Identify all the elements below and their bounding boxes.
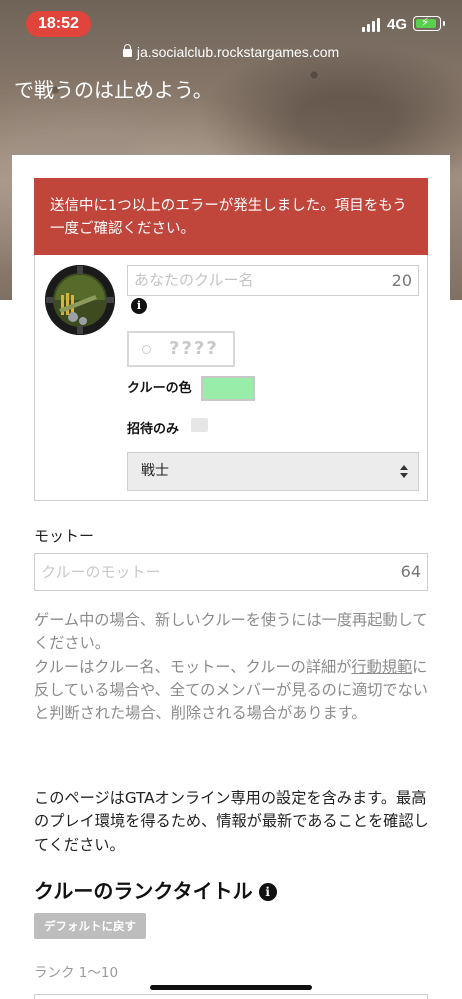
tag-style-radio[interactable]: [142, 345, 151, 354]
emblem-image: [45, 265, 115, 335]
crew-name-placeholder: あなたのクルー名: [134, 271, 254, 289]
hero-text: で戦うのは止めよう。: [14, 78, 213, 102]
crew-notes: ゲーム中の場合、新しいクルーを使うには一度再起動してください。 クルーはクルー名…: [34, 609, 434, 725]
crew-name-counter: 20: [391, 271, 412, 290]
crew-tag-input[interactable]: ????: [127, 331, 235, 367]
home-indicator[interactable]: [150, 985, 312, 990]
error-banner: 送信中に1つ以上のエラーが発生しました。項目をもう一度ご確認ください。: [34, 178, 428, 255]
url-text: ja.socialclub.rockstargames.com: [136, 44, 340, 60]
invite-only-label: 招待のみ: [127, 422, 180, 437]
crew-details-box: あなたのクルー名 20 i ???? クルーの色 招待のみ 戦士: [34, 255, 428, 501]
status-time[interactable]: 18:52: [26, 11, 91, 37]
rank-title-heading: クルーのランクタイトル i: [34, 875, 277, 904]
crew-form-card: 送信中に1つ以上のエラーが発生しました。項目をもう一度ご確認ください。 あなたの…: [12, 155, 450, 999]
motto-placeholder: クルーのモットー: [41, 563, 161, 581]
rank-range-label: ランク 1〜10: [34, 965, 119, 981]
crew-type-select[interactable]: 戦士: [127, 452, 419, 491]
crew-tag-placeholder: ????: [169, 338, 219, 359]
battery-icon: ⚡: [413, 15, 445, 31]
reset-default-button[interactable]: デフォルトに戻す: [34, 913, 146, 939]
motto-counter: 64: [400, 562, 421, 581]
policy-prefix: クルーはクルー名、モットー、クルーの詳細が: [34, 657, 352, 676]
rank-heading-text: クルーのランクタイトル: [34, 879, 253, 903]
crew-name-input[interactable]: あなたのクルー名 20: [127, 265, 419, 296]
signal-icon: [362, 18, 382, 32]
crew-color-swatch[interactable]: [201, 376, 255, 401]
gta-online-note: このページはGTAオンライン専用の設定を含みます。最高のプレイ環境を得るため、情…: [34, 789, 429, 854]
restart-note: ゲーム中の場合、新しいクルーを使うには一度再起動してください。: [34, 611, 428, 653]
crew-emblem[interactable]: [45, 265, 115, 335]
address-bar[interactable]: ja.socialclub.rockstargames.com: [0, 44, 462, 64]
motto-label: モットー: [34, 527, 95, 545]
code-of-conduct-link[interactable]: 行動規範: [351, 658, 412, 676]
rank-title-input[interactable]: [34, 994, 428, 999]
info-icon[interactable]: i: [131, 298, 147, 314]
lock-icon: [122, 44, 132, 57]
crew-color-label: クルーの色: [127, 381, 192, 396]
status-bar: 18:52 4G ⚡: [0, 0, 462, 44]
select-arrows-icon: [400, 465, 408, 478]
crew-type-value: 戦士: [141, 463, 169, 479]
invite-only-checkbox[interactable]: [191, 418, 208, 432]
rank-info-icon[interactable]: i: [258, 883, 277, 901]
network-type: 4G: [387, 16, 408, 33]
motto-input[interactable]: クルーのモットー 64: [34, 553, 428, 591]
